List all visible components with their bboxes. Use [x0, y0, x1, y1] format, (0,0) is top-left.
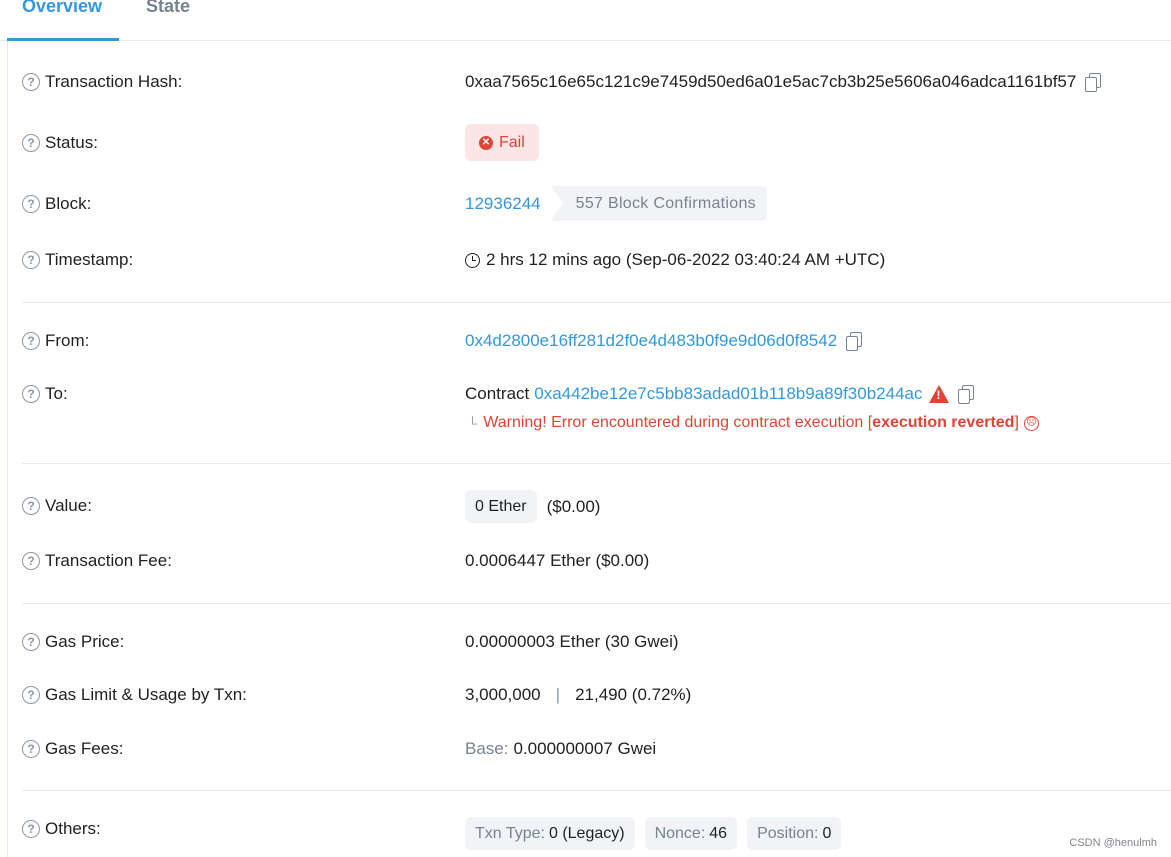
branch-icon: └ — [468, 415, 478, 431]
block-confirmations-badge: 557 Block Confirmations — [550, 186, 767, 221]
value-transaction-hash: 0xaa7565c16e65c121c9e7459d50ed6a01e5ac7c… — [465, 72, 1102, 92]
from-address-link[interactable]: 0x4d2800e16ff281d2f0e4d483b0f9e9d06d0f85… — [465, 331, 837, 351]
value-others: Txn Type: 0 (Legacy) Nonce: 46 Position:… — [465, 817, 842, 850]
label-text: Gas Price: — [45, 632, 125, 651]
help-icon[interactable]: ? — [22, 820, 40, 838]
nonce-value: 46 — [709, 824, 728, 842]
gas-price-text: 0.00000003 Ether (30 Gwei) — [465, 632, 679, 651]
txn-type-label: Txn Type: — [475, 824, 545, 842]
value-block: 12936244 557 Block Confirmations — [465, 186, 767, 221]
help-icon[interactable]: ? — [22, 552, 40, 570]
card-border — [7, 41, 8, 857]
tab-bar: Overview State — [0, 0, 1171, 41]
label-transaction-fee: ? Transaction Fee: — [22, 551, 172, 571]
warning-prefix: Warning! Error encountered during contra… — [483, 414, 873, 431]
value-transaction-fee: 0.0006447 Ether ($0.00) — [465, 551, 649, 571]
label-gas-price: ? Gas Price: — [22, 632, 124, 652]
transaction-hash-text: 0xaa7565c16e65c121c9e7459d50ed6a01e5ac7c… — [465, 72, 1077, 91]
base-value: 0.000000007 Gwei — [513, 739, 657, 758]
help-icon[interactable]: ? — [22, 633, 40, 651]
active-tab-indicator — [7, 38, 119, 41]
copy-icon[interactable] — [957, 385, 975, 404]
help-icon[interactable]: ? — [22, 332, 40, 350]
label-gas-limit: ? Gas Limit & Usage by Txn: — [22, 685, 247, 705]
section-divider — [22, 790, 1171, 791]
warning-icon: ! — [928, 385, 949, 403]
label-others: ? Others: — [22, 819, 101, 839]
nonce-badge: Nonce: 46 — [644, 817, 738, 850]
value-from: 0x4d2800e16ff281d2f0e4d483b0f9e9d06d0f85… — [465, 331, 863, 351]
position-value: 0 — [822, 824, 832, 842]
value-gas-limit: 3,000,000 | 21,490 (0.72%) — [465, 685, 691, 705]
label-text: From: — [45, 331, 90, 350]
label-text: Transaction Hash: — [45, 72, 183, 91]
tab-overview[interactable]: Overview — [22, 0, 102, 17]
watermark: CSDN @henulmh — [1069, 837, 1157, 849]
frown-icon: ☹ — [1023, 415, 1039, 431]
times-circle-icon: ✕ — [479, 135, 493, 150]
value-gas-fees: Base: 0.000000007 Gwei — [465, 739, 656, 759]
clock-icon — [465, 252, 480, 268]
txn-type-value: 0 (Legacy) — [548, 824, 625, 842]
to-prefix: Contract — [465, 384, 530, 403]
gas-limit-text: 3,000,000 — [465, 685, 541, 704]
warning-suffix: ] — [1014, 414, 1019, 431]
to-contract-link[interactable]: 0xa442be12e7c5bb83adad01b118b9a89f30b244… — [534, 384, 922, 404]
value-status: ✕ Fail — [465, 124, 539, 161]
help-icon[interactable]: ? — [22, 740, 40, 758]
base-label: Base: — [465, 739, 509, 758]
help-icon[interactable]: ? — [22, 251, 40, 269]
nonce-label: Nonce: — [654, 824, 706, 842]
label-text: Block: — [45, 194, 92, 213]
txn-type-badge: Txn Type: 0 (Legacy) — [465, 817, 635, 850]
value-usd: ($0.00) — [546, 496, 601, 516]
help-icon[interactable]: ? — [22, 73, 40, 91]
block-number-link[interactable]: 12936244 — [465, 194, 541, 214]
value-value: 0 Ether ($0.00) — [465, 490, 600, 523]
label-to: ? To: — [22, 384, 68, 404]
warning-bold: execution reverted — [872, 414, 1015, 431]
value-amount-badge: 0 Ether — [465, 490, 537, 523]
label-gas-fees: ? Gas Fees: — [22, 739, 123, 759]
label-text: Timestamp: — [45, 250, 134, 269]
label-text: Gas Limit & Usage by Txn: — [45, 685, 247, 704]
timestamp-text: 2 hrs 12 mins ago (Sep-06-2022 03:40:24 … — [486, 250, 886, 269]
label-text: Gas Fees: — [45, 739, 124, 758]
label-text: Value: — [45, 496, 92, 515]
label-transaction-hash: ? Transaction Hash: — [22, 72, 182, 92]
label-timestamp: ? Timestamp: — [22, 250, 133, 270]
help-icon[interactable]: ? — [22, 134, 40, 152]
help-icon[interactable]: ? — [22, 195, 40, 213]
transaction-fee-text: 0.0006447 Ether ($0.00) — [465, 551, 650, 570]
help-icon[interactable]: ? — [22, 497, 40, 515]
value-gas-price: 0.00000003 Ether (30 Gwei) — [465, 632, 679, 652]
status-text: Fail — [499, 133, 525, 151]
position-label: Position: — [757, 824, 819, 842]
label-text: Status: — [45, 133, 98, 152]
label-block: ? Block: — [22, 194, 91, 214]
section-divider — [22, 463, 1171, 464]
label-text: To: — [45, 384, 68, 403]
section-divider — [22, 302, 1171, 303]
value-to: Contract 0xa442be12e7c5bb83adad01b118b9a… — [465, 384, 975, 404]
gas-usage-text: 21,490 (0.72%) — [575, 685, 692, 704]
status-badge: ✕ Fail — [465, 124, 539, 161]
label-text: Others: — [45, 819, 101, 838]
label-text: Transaction Fee: — [45, 551, 172, 570]
help-icon[interactable]: ? — [22, 385, 40, 403]
tab-state[interactable]: State — [146, 0, 190, 17]
label-status: ? Status: — [22, 133, 98, 153]
value-timestamp: 2 hrs 12 mins ago (Sep-06-2022 03:40:24 … — [465, 250, 885, 270]
help-icon[interactable]: ? — [22, 686, 40, 704]
section-divider — [22, 603, 1171, 604]
copy-icon[interactable] — [1085, 73, 1102, 92]
execution-warning: └ Warning! Error encountered during cont… — [468, 414, 1039, 432]
copy-icon[interactable] — [846, 332, 863, 351]
separator: | — [555, 685, 561, 704]
label-from: ? From: — [22, 331, 89, 351]
position-badge: Position: 0 — [747, 817, 842, 850]
label-value: ? Value: — [22, 496, 92, 516]
